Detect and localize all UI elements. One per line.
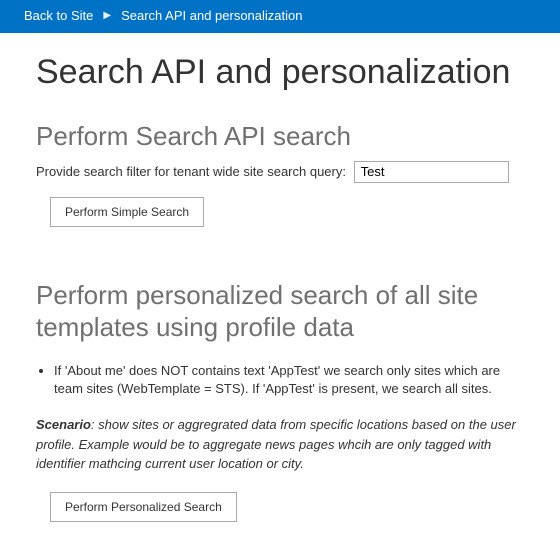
- scenario-paragraph: Scenario: show sites or aggregrated data…: [36, 415, 528, 474]
- scenario-text: : show sites or aggregrated data from sp…: [36, 417, 516, 471]
- note-item: If 'About me' does NOT contains text 'Ap…: [54, 362, 528, 400]
- breadcrumb-back-link[interactable]: Back to Site: [24, 8, 93, 23]
- scenario-label: Scenario: [36, 417, 91, 432]
- chevron-right-icon: ▶: [103, 10, 111, 21]
- section-simple-search-title: Perform Search API search: [36, 120, 528, 153]
- perform-simple-search-button[interactable]: Perform Simple Search: [50, 197, 204, 227]
- perform-personalized-search-button[interactable]: Perform Personalized Search: [50, 492, 237, 522]
- filter-row: Provide search filter for tenant wide si…: [36, 161, 528, 183]
- section-personalized-search-title: Perform personalized search of all site …: [36, 279, 528, 344]
- page-title: Search API and personalization: [36, 53, 528, 92]
- breadcrumb: Back to Site ▶ Search API and personaliz…: [0, 0, 560, 33]
- search-filter-input[interactable]: [354, 161, 509, 183]
- filter-label: Provide search filter for tenant wide si…: [36, 164, 346, 179]
- breadcrumb-current: Search API and personalization: [121, 8, 302, 23]
- content-area: Search API and personalization Perform S…: [0, 33, 560, 546]
- notes-list: If 'About me' does NOT contains text 'Ap…: [36, 362, 528, 400]
